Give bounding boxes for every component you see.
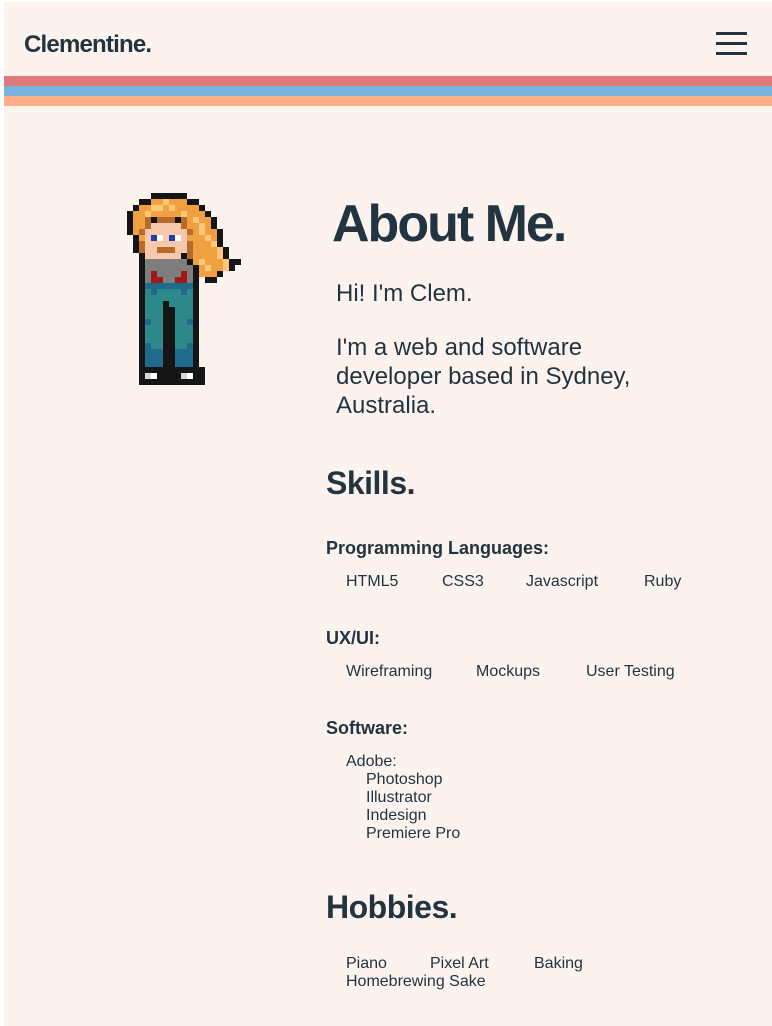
software-item: Premiere Pro (366, 825, 461, 842)
software-parent: Adobe: (346, 753, 397, 770)
header-stripe-red (4, 76, 772, 86)
software-item: Indesign (366, 807, 427, 824)
hamburger-menu-icon[interactable] (716, 32, 747, 56)
about-intro: Hi! I'm Clem. (336, 280, 473, 307)
skill-tag: CSS3 (442, 573, 484, 590)
hobby-tag: Baking (534, 955, 583, 972)
skill-tag: Ruby (644, 573, 682, 590)
page: Clementine. About Me. Hi! I'm Clem. I'm … (4, 2, 772, 1026)
skill-group-label: UX/UI: (326, 628, 380, 648)
header-stripe-blue (4, 86, 772, 96)
skill-tag: Javascript (526, 573, 599, 590)
skill-group-label: Programming Languages: (326, 538, 550, 558)
skill-group-label: Software: (326, 718, 409, 738)
hobby-tag: Piano (346, 955, 387, 972)
brand-logo[interactable]: Clementine. (24, 31, 152, 59)
header: Clementine. (4, 2, 772, 76)
skill-tag: HTML5 (346, 573, 399, 590)
skill-tag: Mockups (476, 663, 541, 680)
hobby-tag: Pixel Art (430, 955, 489, 972)
software-item: Photoshop (366, 771, 443, 788)
skill-tag: User Testing (586, 663, 675, 680)
hobby-tag: Homebrewing Sake (346, 973, 486, 990)
header-stripe-orange (4, 96, 772, 106)
hobbies-title: Hobbies. (326, 889, 458, 925)
pixel-avatar-image (127, 193, 241, 385)
about-bio: I'm a web and software developer based i… (336, 334, 631, 419)
software-item: Illustrator (366, 789, 432, 806)
skills-title: Skills. (326, 465, 416, 501)
skill-tag: Wireframing (346, 663, 433, 680)
about-title: About Me. (332, 195, 567, 253)
